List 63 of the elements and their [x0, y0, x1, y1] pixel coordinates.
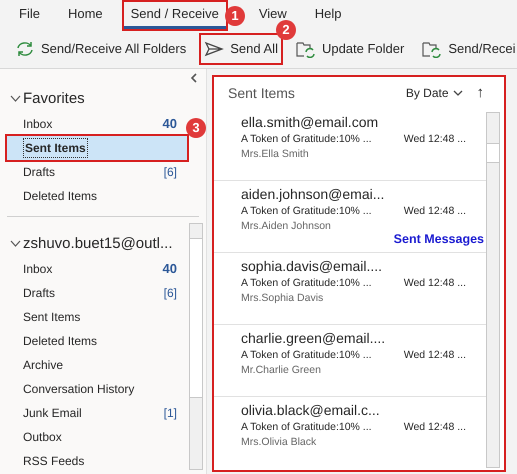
item-count: [6] [164, 285, 177, 302]
send-icon [204, 40, 224, 56]
message-sender-name: Mrs.Olivia Black [241, 435, 318, 450]
scrollbar[interactable] [486, 112, 500, 468]
menu-tab[interactable]: Home [60, 2, 110, 29]
message-date: Wed 12:48 ... [404, 420, 466, 435]
sync-icon [15, 40, 35, 58]
message-date: Wed 12:48 ... [404, 348, 466, 363]
folder-item[interactable]: Archive [7, 353, 187, 377]
folder-item[interactable]: Inbox 40 [7, 257, 187, 281]
folder-group-header[interactable]: zshuvo.buet15@outl... [0, 231, 190, 257]
message-recipient: ella.smith@email.com [241, 113, 380, 132]
chevron-icon [10, 95, 21, 103]
menu-tab[interactable]: Help [308, 2, 349, 29]
menu-tab[interactable]: Send / Receive [124, 2, 226, 29]
item-count: 40 [162, 260, 177, 278]
item-count: 40 [162, 115, 177, 134]
message-recipient: aiden.johnson@emai... [241, 185, 386, 204]
message-sender-name: Mrs.Aiden Johnson [241, 219, 332, 234]
folder-item[interactable]: Junk Email [1] [7, 401, 187, 425]
message-subject: A Token of Gratitude:10% ... [241, 204, 372, 219]
scrollbar[interactable] [189, 223, 203, 470]
folder-group-header[interactable]: Favorites [0, 86, 190, 112]
ribbon-button[interactable]: Send/Recei [419, 34, 517, 62]
message-item[interactable]: olivia.black@email.c... A Token of Gratitude:10% ... Wed 12:48 ... Mrs.Olivia Black [214, 397, 490, 469]
folder-item[interactable]: Conversation History [7, 377, 187, 401]
folder-item[interactable]: RSS Feeds [7, 449, 187, 473]
message-subject: A Token of Gratitude:10% ... [241, 276, 372, 291]
annotation-label: Sent Messages [394, 231, 484, 248]
folder-item[interactable]: Deleted Items [7, 184, 187, 208]
message-sender-name: Mr.Charlie Green [241, 363, 322, 378]
folder-item[interactable]: Deleted Items [7, 329, 187, 353]
menu-tab[interactable]: File [12, 2, 47, 29]
folder-item[interactable]: Outbox [7, 425, 187, 449]
folder-item[interactable]: Drafts [6] [7, 160, 187, 184]
chevron-icon [10, 240, 21, 248]
folder-sync-icon [422, 40, 442, 58]
message-recipient: charlie.green@email.... [241, 329, 386, 348]
collapse-button[interactable] [190, 73, 198, 83]
chevron-icon [190, 73, 198, 83]
folder-item[interactable]: Sent Items [7, 136, 187, 160]
ribbon-button[interactable]: Send/Receive All Folders [12, 34, 190, 62]
sort-dropdown[interactable]: By Date [406, 84, 462, 102]
sort-direction-button[interactable]: ↑ [476, 82, 484, 104]
folder-title: Sent Items [228, 84, 296, 102]
message-subject: A Token of Gratitude:10% ... [241, 348, 372, 363]
item-count: [6] [164, 164, 177, 181]
folder-item[interactable]: Drafts [6] [7, 281, 187, 305]
message-recipient: sophia.davis@email.... [241, 257, 384, 276]
message-subject: A Token of Gratitude:10% ... [241, 132, 372, 147]
message-date: Wed 12:48 ... [404, 204, 466, 219]
message-date: Wed 12:48 ... [404, 276, 466, 291]
message-sender-name: Mrs.Sophia Davis [241, 291, 324, 306]
folder-sync-icon [296, 40, 316, 58]
folder-item[interactable]: Inbox 40 [7, 112, 187, 136]
chevron-icon [452, 90, 462, 96]
step-badge: 2 [276, 20, 296, 40]
message-recipient: olivia.black@email.c... [241, 401, 381, 420]
item-count: [1] [164, 405, 177, 422]
message-subject: A Token of Gratitude:10% ... [241, 420, 372, 435]
message-date: Wed 12:48 ... [404, 132, 466, 147]
folder-item[interactable]: Sent Items [7, 305, 187, 329]
message-sender-name: Mrs.Ella Smith [241, 147, 310, 162]
